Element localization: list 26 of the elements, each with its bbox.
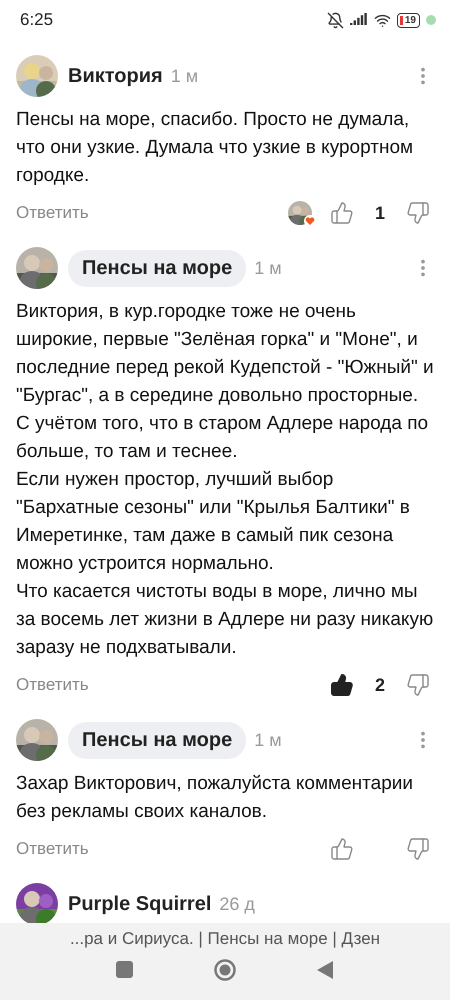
like-count: 2: [374, 674, 386, 696]
comment-time: 1 м: [254, 730, 282, 750]
battery-icon: 19: [396, 12, 420, 28]
reply-link[interactable]: Ответить: [16, 675, 89, 695]
notification-dot-icon: [426, 15, 436, 25]
back-button[interactable]: [316, 960, 334, 980]
signal-icon: [350, 13, 368, 27]
comment-time: 1 м: [170, 66, 198, 86]
author-name[interactable]: Пенсы на море: [68, 722, 246, 758]
comment-text: Пенсы на море, спасибо. Просто не думала, что они узкие. Думала что узкие в курортном городке.: [16, 108, 414, 188]
comment-text: Виктория, в кур.городке тоже не очень широкие, первые "Зелёная горка" и "Моне", и последние перед рекой Кудепстой - "Южный" и "Бургас", а в середине довольно просторные. С учётом того, что в старом Адлере народа по больше, то там и теснее. Если нужен простор, лучший выбор "Бархатные сезоны" или "Крылья Балтики" в Имеретинке, там даже в самый пик сезона можно устроится нормально. Что касается чистоты воды в море, лично мы за восемь лет жизни в Адлере ни разу никакую заразу не подхватывали.: [16, 300, 434, 660]
clock-time: 6:25: [20, 10, 54, 30]
author-name[interactable]: Виктория: [68, 64, 163, 88]
home-button[interactable]: [214, 959, 236, 981]
recents-button[interactable]: [116, 961, 134, 979]
page-title: ...ра и Сириуса. | Пенсы на море | Дзен: [70, 929, 380, 949]
author-name[interactable]: Пенсы на море: [68, 250, 246, 286]
bell-off-icon: [326, 12, 344, 28]
reply-link[interactable]: Ответить: [16, 203, 89, 223]
author-name[interactable]: Purple Squirrel: [68, 892, 212, 916]
comment-time: 26 д: [219, 894, 255, 914]
comment-time: 1 м: [254, 258, 282, 278]
comment-text: Захар Викторович, пожалуйста комментарии без рекламы своих каналов.: [16, 772, 414, 824]
heart-icon: [304, 215, 316, 227]
reply-link[interactable]: Ответить: [16, 839, 89, 859]
like-count: 1: [374, 202, 386, 224]
